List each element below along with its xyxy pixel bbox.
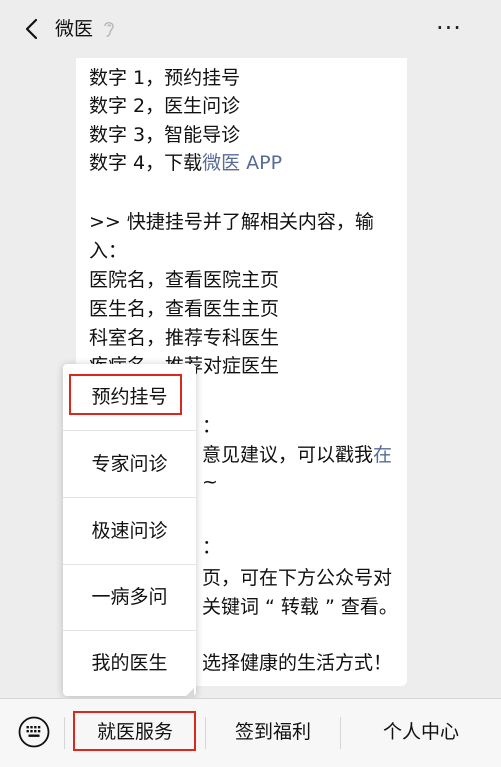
menu-line-4: 数字 4，下载微医 APP bbox=[89, 149, 282, 177]
chat-title: 微医 bbox=[55, 18, 94, 40]
feedback-text: 意见建议，可以戳我 bbox=[202, 444, 374, 466]
quick-register-line: >> 快捷挂号并了解相关内容，输 bbox=[89, 211, 374, 233]
repost-line-2: 关键词 “ 转载 ” 查看。 bbox=[202, 596, 398, 618]
colon-line-1: ： bbox=[202, 415, 222, 437]
top-navbar: 微医 ··· bbox=[0, 0, 501, 58]
menu-line-4-text: 数字 4，下载 bbox=[89, 152, 203, 174]
colon-line-2: ： bbox=[202, 536, 222, 558]
keyboard-icon[interactable] bbox=[18, 716, 50, 748]
highlight-box-appointment bbox=[69, 374, 182, 415]
menu-item-quick-consult[interactable]: 极速问诊 bbox=[63, 498, 196, 564]
menu-item-expert-consult[interactable]: 专家问诊 bbox=[63, 431, 196, 497]
menu-item-my-doctor[interactable]: 我的医生 bbox=[63, 630, 196, 696]
menu-line-2: 数字 2，医生问诊 bbox=[89, 95, 241, 117]
hospital-line: 医院名，查看医院主页 bbox=[89, 269, 280, 291]
repost-line-1: 页，可在下方公众号对 bbox=[202, 567, 393, 589]
highlight-box-medical-service bbox=[73, 711, 196, 751]
chevron-left-icon[interactable] bbox=[22, 18, 44, 40]
tilde-line: ~ bbox=[202, 471, 218, 493]
department-line: 科室名，推荐专科医生 bbox=[89, 327, 280, 349]
ear-icon bbox=[104, 21, 114, 37]
tab-checkin-rewards[interactable]: 签到福利 bbox=[206, 699, 340, 767]
feedback-line: 意见建议，可以戳我在 bbox=[202, 441, 392, 469]
more-options-icon[interactable]: ··· bbox=[436, 16, 462, 40]
doctor-line: 医生名，查看医生主页 bbox=[89, 298, 280, 320]
menu-line-1: 数字 1，预约挂号 bbox=[89, 67, 241, 89]
healthy-life-line: 选择健康的生活方式！ bbox=[202, 652, 393, 674]
download-app-link[interactable]: 微医 APP bbox=[202, 152, 282, 174]
menu-line-3: 数字 3，智能导诊 bbox=[89, 124, 241, 146]
menu-item-multi-ask[interactable]: 一病多问 bbox=[63, 564, 196, 630]
feedback-link[interactable]: 在 bbox=[373, 444, 392, 466]
tab-personal-center[interactable]: 个人中心 bbox=[341, 699, 501, 767]
resize-corner-icon bbox=[184, 688, 194, 698]
input-label-line: 入： bbox=[89, 240, 128, 262]
